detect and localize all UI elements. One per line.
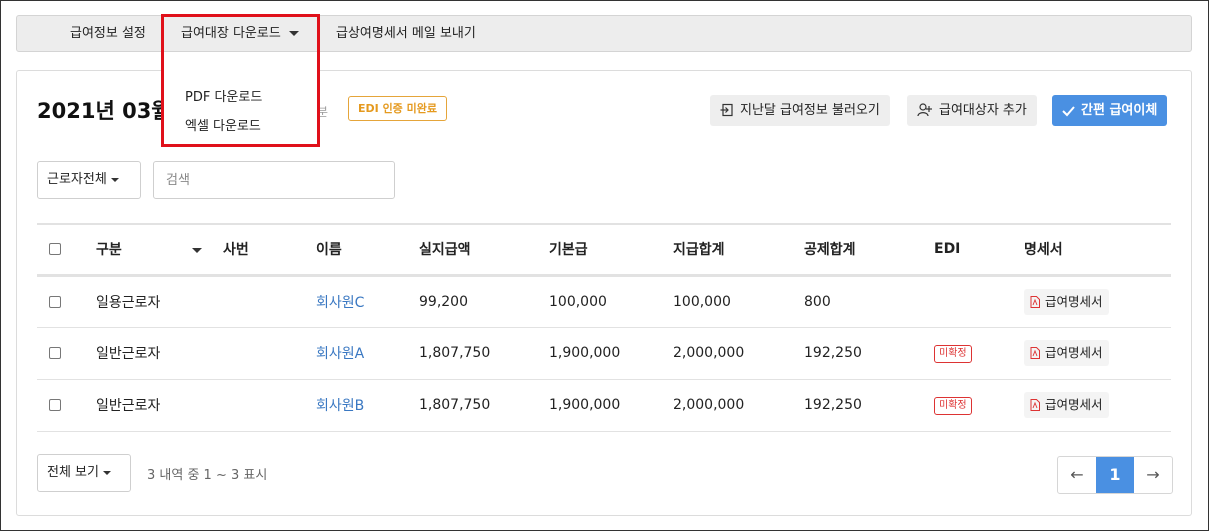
cell-total-pay: 2,000,000 xyxy=(673,379,804,432)
cell-emp-no xyxy=(223,327,316,380)
cell-payslip: 급여명세서 xyxy=(1024,327,1171,380)
table-row: 일반근로자 회사원A 1,807,750 1,900,000 2,000,000… xyxy=(37,327,1171,380)
payslip-label: 급여명세서 xyxy=(1045,345,1103,360)
edi-status-badge: EDI 인증 미완료 xyxy=(348,96,447,121)
check-icon xyxy=(1062,106,1075,117)
col-name: 이름 xyxy=(316,223,419,277)
quick-salary-transfer-label: 간편 급여이체 xyxy=(1081,103,1158,118)
cell-payslip: 급여명세서 xyxy=(1024,275,1171,328)
quick-salary-transfer-button[interactable]: 간편 급여이체 xyxy=(1052,95,1168,126)
pdf-file-icon xyxy=(1030,295,1040,308)
cell-name: 회사원C xyxy=(316,275,419,328)
cell-type: 일반근로자 xyxy=(96,379,223,432)
import-icon xyxy=(720,103,733,117)
prev-page-button[interactable]: ← xyxy=(1058,457,1096,493)
next-page-button[interactable]: → xyxy=(1134,457,1172,493)
payslip-label: 급여명세서 xyxy=(1045,293,1103,309)
cell-total-pay: 2,000,000 xyxy=(673,327,804,380)
employee-link[interactable]: 회사원C xyxy=(316,295,364,311)
sort-caret-icon[interactable] xyxy=(191,247,202,253)
cell-deduction: 800 xyxy=(804,275,934,328)
caret-down-icon xyxy=(110,177,119,182)
cell-name: 회사원A xyxy=(316,327,419,380)
select-all-cell xyxy=(37,223,96,277)
payroll-download-dropdown: PDF 다운로드 엑셀 다운로드 xyxy=(161,70,319,146)
payslip-button[interactable]: 급여명세서 xyxy=(1024,340,1109,366)
col-deduction: 공제합계 xyxy=(804,223,934,277)
row-checkbox[interactable] xyxy=(49,399,61,411)
add-user-icon xyxy=(917,103,932,117)
row-checkbox[interactable] xyxy=(49,347,61,359)
caret-down-icon xyxy=(102,470,111,475)
payroll-table: 구분 사번 이름 실지급액 기본급 지급합계 공제합계 EDI 명세서 일용근로… xyxy=(37,223,1171,432)
cell-deduction: 192,250 xyxy=(804,327,934,380)
cell-emp-no xyxy=(223,379,316,432)
payslip-button[interactable]: 급여명세서 xyxy=(1024,392,1109,418)
col-base-pay: 기본급 xyxy=(549,223,673,277)
cell-base-pay: 1,900,000 xyxy=(549,379,673,432)
edi-unconfirmed-tag: 미확정 xyxy=(934,344,972,363)
cell-edi: 미확정 xyxy=(934,327,1024,380)
cell-net-pay: 1,807,750 xyxy=(419,327,549,380)
payslip-button[interactable]: 급여명세서 xyxy=(1024,288,1109,315)
cell-net-pay: 99,200 xyxy=(419,275,549,328)
cell-total-pay: 100,000 xyxy=(673,275,804,328)
pagination: ← 1 → xyxy=(1057,456,1173,494)
table-row: 일용근로자 회사원C 99,200 100,000 100,000 800 급여… xyxy=(37,275,1171,328)
search-input[interactable] xyxy=(153,161,395,199)
col-type[interactable]: 구분 xyxy=(96,223,223,277)
row-select-cell xyxy=(37,379,96,432)
cell-base-pay: 1,900,000 xyxy=(549,327,673,380)
pdf-file-icon xyxy=(1030,347,1040,359)
cell-payslip: 급여명세서 xyxy=(1024,379,1171,432)
worker-filter-select[interactable]: 근로자전체 xyxy=(37,161,141,199)
payslip-label: 급여명세서 xyxy=(1045,397,1103,412)
col-edi: EDI xyxy=(934,223,1024,277)
col-emp-no: 사번 xyxy=(223,223,316,277)
row-checkbox[interactable] xyxy=(49,295,61,308)
row-select-cell xyxy=(37,327,96,380)
nav-payroll-download-label: 급여대장 다운로드 xyxy=(181,26,281,41)
edi-unconfirmed-tag: 미확정 xyxy=(934,396,972,415)
cell-type: 일용근로자 xyxy=(96,275,223,328)
cell-edi xyxy=(934,275,1024,328)
employee-link[interactable]: 회사원B xyxy=(316,398,364,414)
col-payslip: 명세서 xyxy=(1024,223,1171,277)
table-header-row: 구분 사번 이름 실지급액 기본급 지급합계 공제합계 EDI 명세서 xyxy=(37,223,1171,277)
load-prev-month-label: 지난달 급여정보 불러오기 xyxy=(740,103,880,118)
nav-salary-settings[interactable]: 급여정보 설정 xyxy=(70,16,146,51)
caret-down-icon xyxy=(288,31,299,36)
record-count-text: 3 내역 중 1 ~ 3 표시 xyxy=(147,468,268,483)
col-total-pay: 지급합계 xyxy=(673,223,804,277)
excel-download-item[interactable]: 엑셀 다운로드 xyxy=(185,115,261,134)
page-size-select[interactable]: 전체 보기 xyxy=(37,454,131,492)
col-net-pay: 실지급액 xyxy=(419,223,549,277)
add-payroll-target-label: 급여대상자 추가 xyxy=(939,103,1027,118)
select-all-checkbox[interactable] xyxy=(49,243,61,256)
top-nav-bar: 급여정보 설정 급여대장 다운로드 급상여명세서 메일 보내기 xyxy=(16,15,1192,52)
pdf-file-icon xyxy=(1030,399,1040,411)
cell-emp-no xyxy=(223,275,316,328)
cell-net-pay: 1,807,750 xyxy=(419,379,549,432)
employee-link[interactable]: 회사원A xyxy=(316,346,364,362)
page-size-value: 전체 보기 xyxy=(47,465,99,480)
nav-payroll-download[interactable]: 급여대장 다운로드 xyxy=(181,16,299,51)
cell-name: 회사원B xyxy=(316,379,419,432)
worker-filter-value: 근로자전체 xyxy=(47,172,107,187)
cell-type: 일반근로자 xyxy=(96,327,223,380)
cell-edi: 미확정 xyxy=(934,379,1024,432)
add-payroll-target-button[interactable]: 급여대상자 추가 xyxy=(907,95,1037,126)
load-prev-month-button[interactable]: 지난달 급여정보 불러오기 xyxy=(710,95,890,126)
pdf-download-item[interactable]: PDF 다운로드 xyxy=(185,86,262,105)
row-select-cell xyxy=(37,275,96,328)
nav-send-payslip-mail[interactable]: 급상여명세서 메일 보내기 xyxy=(336,16,476,51)
table-row: 일반근로자 회사원B 1,807,750 1,900,000 2,000,000… xyxy=(37,379,1171,432)
col-type-label: 구분 xyxy=(96,242,122,259)
cell-deduction: 192,250 xyxy=(804,379,934,432)
page-1-button[interactable]: 1 xyxy=(1096,457,1134,493)
cell-base-pay: 100,000 xyxy=(549,275,673,328)
page-title: 2021년 03월 xyxy=(37,99,171,123)
